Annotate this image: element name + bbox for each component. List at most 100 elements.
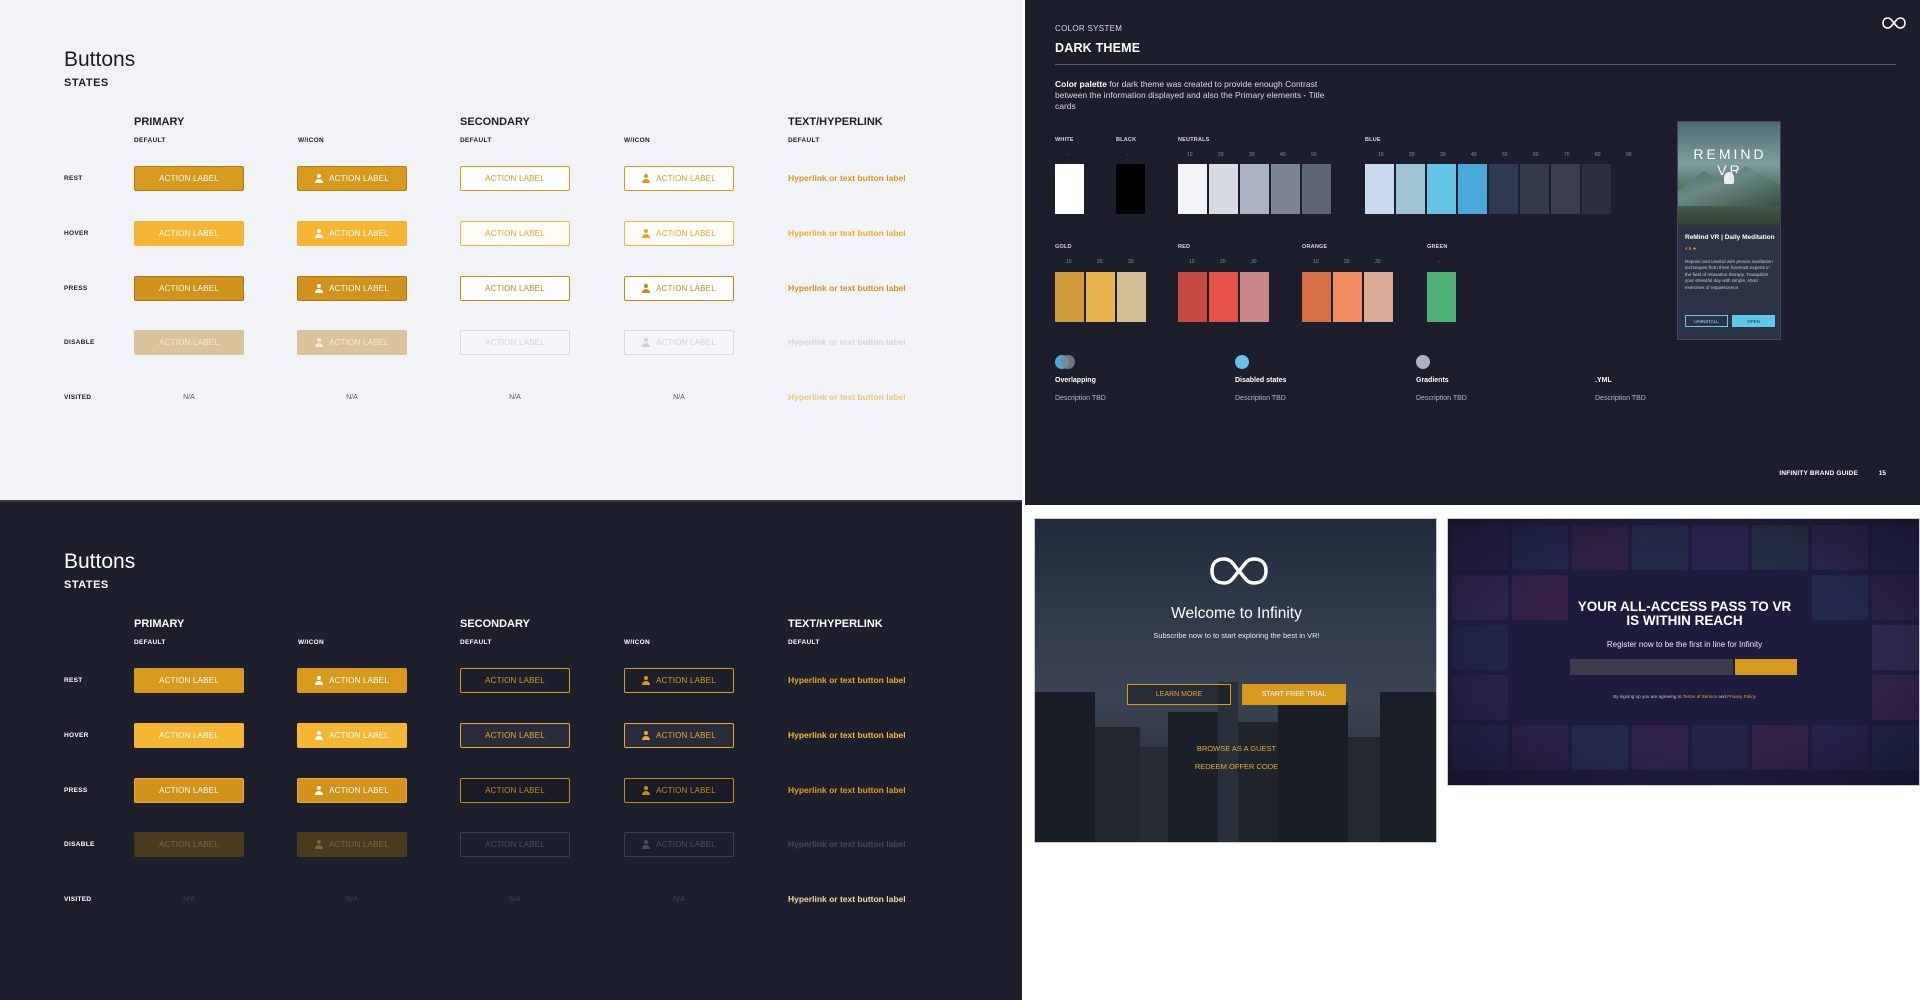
col-secondary: SECONDARY bbox=[460, 116, 530, 128]
primary-icon-hover-button[interactable]: ACTION LABEL bbox=[297, 221, 407, 246]
email-input[interactable] bbox=[1570, 659, 1733, 675]
primary-icon-rest-button[interactable]: ACTION LABEL bbox=[297, 166, 407, 191]
title-card[interactable]: REMIND VR ReMind VR | Daily Meditation 4… bbox=[1677, 121, 1781, 340]
primary-icon-press-button[interactable]: ACTION LABEL bbox=[297, 778, 407, 803]
label-neutrals: NEUTRALS bbox=[1178, 137, 1210, 143]
section-title: DARK THEME bbox=[1055, 41, 1141, 55]
label-blue: BLUE bbox=[1365, 137, 1381, 143]
col-primary-icon: W/ICON bbox=[298, 137, 324, 144]
primary-hover-button[interactable]: ACTION LABEL bbox=[134, 221, 244, 246]
button-label: ACTION LABEL bbox=[656, 174, 716, 183]
hyperlink-rest[interactable]: Hyperlink or text button label bbox=[788, 675, 906, 685]
button-label: ACTION LABEL bbox=[159, 284, 219, 293]
tick: 80 bbox=[1595, 152, 1601, 158]
row-rest: REST bbox=[64, 175, 83, 182]
swatch-gold-20 bbox=[1086, 272, 1115, 322]
open-button[interactable]: OPEN bbox=[1732, 315, 1775, 327]
hyperlink-visited[interactable]: Hyperlink or text button label bbox=[788, 894, 906, 904]
primary-rest-button[interactable]: ACTION LABEL bbox=[134, 668, 244, 693]
secondary-icon-rest-button[interactable]: ACTION LABEL bbox=[624, 166, 734, 191]
secondary-icon-rest-button[interactable]: ACTION LABEL bbox=[624, 668, 734, 693]
hyperlink-press[interactable]: Hyperlink or text button label bbox=[788, 283, 906, 293]
swatch-neutral-20 bbox=[1209, 164, 1238, 214]
uninstall-button[interactable]: UNINSTALL bbox=[1685, 315, 1728, 327]
divider bbox=[1055, 64, 1896, 65]
primary-disabled-button: ACTION LABEL bbox=[134, 832, 244, 857]
hyperlink-hover[interactable]: Hyperlink or text button label bbox=[788, 228, 906, 238]
secondary-disabled-button: ACTION LABEL bbox=[460, 330, 570, 355]
meditation-figure bbox=[1724, 172, 1734, 184]
secondary-icon-press-button[interactable]: ACTION LABEL bbox=[624, 276, 734, 301]
browse-guest-link[interactable]: BROWSE AS A GUEST bbox=[1035, 744, 1436, 753]
button-label: ACTION LABEL bbox=[656, 284, 716, 293]
na-label: N/A bbox=[183, 896, 195, 903]
swatch-blue-60 bbox=[1520, 164, 1549, 214]
user-icon bbox=[642, 338, 651, 347]
button-label: ACTION LABEL bbox=[485, 284, 545, 293]
primary-hover-button[interactable]: ACTION LABEL bbox=[134, 723, 244, 748]
hyperlink-visited[interactable]: Hyperlink or text button label bbox=[788, 392, 906, 402]
tick: 20 bbox=[1344, 259, 1350, 265]
swatch-green bbox=[1427, 272, 1456, 322]
button-label: ACTION LABEL bbox=[329, 284, 389, 293]
overlap-dot-b bbox=[1061, 355, 1075, 369]
primary-press-button[interactable]: ACTION LABEL bbox=[134, 778, 244, 803]
start-free-trial-button[interactable]: START FREE TRIAL bbox=[1242, 684, 1346, 705]
col-text: TEXT/HYPERLINK bbox=[788, 618, 883, 630]
primary-icon-disabled-button: ACTION LABEL bbox=[297, 330, 407, 355]
page-subtitle: STATES bbox=[64, 579, 109, 591]
secondary-hover-button[interactable]: ACTION LABEL bbox=[460, 723, 570, 748]
tick: 10 bbox=[1066, 259, 1072, 265]
welcome-subtitle: Subscribe now to to start exploring the … bbox=[1153, 631, 1320, 640]
primary-rest-button[interactable]: ACTION LABEL bbox=[134, 166, 244, 191]
secondary-disabled-button: ACTION LABEL bbox=[460, 832, 570, 857]
register-button[interactable] bbox=[1735, 659, 1797, 675]
button-label: ACTION LABEL bbox=[485, 676, 545, 685]
card-description: Repose and unwind with proven meditation… bbox=[1685, 259, 1773, 290]
secondary-hover-button[interactable]: ACTION LABEL bbox=[460, 221, 570, 246]
primary-press-button[interactable]: ACTION LABEL bbox=[134, 276, 244, 301]
hyperlink-press[interactable]: Hyperlink or text button label bbox=[788, 785, 906, 795]
primary-icon-press-button[interactable]: ACTION LABEL bbox=[297, 276, 407, 301]
secondary-rest-button[interactable]: ACTION LABEL bbox=[460, 166, 570, 191]
tick: 40 bbox=[1280, 152, 1286, 158]
na-label: N/A bbox=[346, 394, 358, 401]
button-label: ACTION LABEL bbox=[656, 229, 716, 238]
swatch-blue-40 bbox=[1458, 164, 1487, 214]
user-icon bbox=[642, 676, 651, 685]
tick: 10 bbox=[1378, 152, 1384, 158]
redeem-code-link[interactable]: REDEEM OFFER CODE bbox=[1035, 762, 1436, 771]
user-icon bbox=[315, 174, 324, 183]
secondary-icon-hover-button[interactable]: ACTION LABEL bbox=[624, 221, 734, 246]
primary-icon-hover-button[interactable]: ACTION LABEL bbox=[297, 723, 407, 748]
title-line: YOUR ALL-ACCESS PASS TO VR bbox=[1577, 599, 1792, 614]
legend-desc: Description TBD bbox=[1416, 395, 1467, 402]
learn-more-button[interactable]: LEARN MORE bbox=[1127, 684, 1231, 705]
hyperlink-rest[interactable]: Hyperlink or text button label bbox=[788, 173, 906, 183]
col-primary-icon: W/ICON bbox=[298, 639, 324, 646]
secondary-press-button[interactable]: ACTION LABEL bbox=[460, 276, 570, 301]
label-black: BLACK bbox=[1116, 137, 1137, 143]
buttons-light-panel: Buttons STATES PRIMARY DEFAULT W/ICON SE… bbox=[0, 0, 1022, 500]
row-press: PRESS bbox=[64, 787, 88, 794]
all-access-subtitle: Register now to be the first in line for… bbox=[1606, 640, 1763, 649]
user-icon bbox=[642, 731, 651, 740]
swatch-red-20 bbox=[1209, 272, 1238, 322]
button-label: ACTION LABEL bbox=[485, 174, 545, 183]
section-kicker: COLOR SYSTEM bbox=[1055, 24, 1123, 33]
all-access-screen: YOUR ALL-ACCESS PASS TO VR IS WITHIN REAC… bbox=[1447, 518, 1920, 786]
terms-of-service-link[interactable]: Terms of Service bbox=[1683, 694, 1717, 699]
secondary-icon-press-button[interactable]: ACTION LABEL bbox=[624, 778, 734, 803]
hyperlink-hover[interactable]: Hyperlink or text button label bbox=[788, 730, 906, 740]
swatch-gold-10 bbox=[1055, 272, 1084, 322]
secondary-press-button[interactable]: ACTION LABEL bbox=[460, 778, 570, 803]
swatch-blue-20 bbox=[1396, 164, 1425, 214]
secondary-icon-hover-button[interactable]: ACTION LABEL bbox=[624, 723, 734, 748]
label-orange: ORANGE bbox=[1302, 244, 1328, 250]
tick: 30 bbox=[1128, 259, 1134, 265]
swatch-neutral-30 bbox=[1240, 164, 1269, 214]
privacy-policy-link[interactable]: Privacy Policy bbox=[1727, 694, 1756, 699]
user-icon bbox=[642, 229, 651, 238]
secondary-rest-button[interactable]: ACTION LABEL bbox=[460, 668, 570, 693]
primary-icon-rest-button[interactable]: ACTION LABEL bbox=[297, 668, 407, 693]
